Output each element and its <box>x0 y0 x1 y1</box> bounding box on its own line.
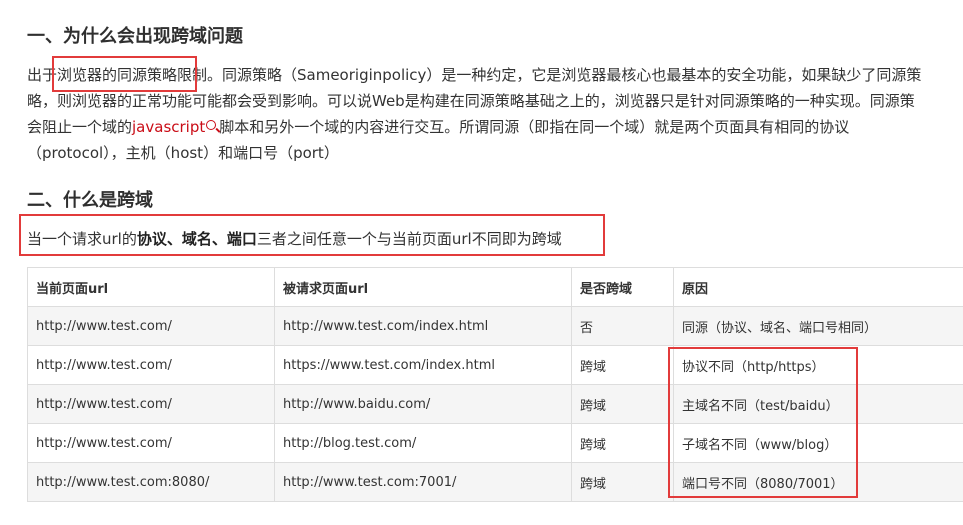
search-icon[interactable] <box>206 120 217 130</box>
table-header-row: 当前页面url 被请求页面url 是否跨域 原因 <box>27 267 963 307</box>
cell-requested-url: http://www.baidu.com/ <box>274 384 572 424</box>
cell-requested-url: http://www.test.com/index.html <box>274 306 572 346</box>
cell-current-url: http://www.test.com/ <box>27 384 275 424</box>
cell-is-cross-origin: 跨域 <box>571 384 674 424</box>
cell-requested-url: http://blog.test.com/ <box>274 423 572 463</box>
cell-reason: 同源（协议、域名、端口号相同） <box>673 306 963 346</box>
table-row: http://www.test.com/ http://www.test.com… <box>27 306 963 346</box>
cell-current-url: http://www.test.com:8080/ <box>27 462 275 502</box>
cell-is-cross-origin: 跨域 <box>571 345 674 385</box>
header-reason: 原因 <box>673 267 963 307</box>
header-requested-url: 被请求页面url <box>274 267 572 307</box>
paragraph-line-4: （protocol），主机（host）和端口号（port） <box>27 144 339 162</box>
header-is-cross-origin: 是否跨域 <box>571 267 674 307</box>
line3-text-post: 脚本和另外一个域的内容进行交互。所谓同源（即指在同一个域）就是两个页面具有相同的… <box>219 118 850 136</box>
section-heading-why-cross-origin: 一、为什么会出现跨域问题 <box>27 26 243 47</box>
highlight-definition <box>19 214 605 256</box>
section-heading-what-is-cross-origin: 二、什么是跨域 <box>27 190 153 211</box>
highlight-same-origin-policy <box>52 56 197 92</box>
line3-text-pre: 会阻止一个域的 <box>27 118 133 136</box>
cell-current-url: http://www.test.com/ <box>27 345 275 385</box>
cell-requested-url: http://www.test.com:7001/ <box>274 462 572 502</box>
highlight-reason-column <box>668 347 858 498</box>
paragraph-line-3: 会阻止一个域的javascript 脚本和另外一个域的内容进行交互。所谓同源（即指… <box>27 114 963 140</box>
cell-current-url: http://www.test.com/ <box>27 423 275 463</box>
cell-is-cross-origin: 跨域 <box>571 423 674 463</box>
cell-is-cross-origin: 否 <box>571 306 674 346</box>
header-current-url: 当前页面url <box>27 267 275 307</box>
cell-current-url: http://www.test.com/ <box>27 306 275 346</box>
javascript-link[interactable]: javascript <box>132 118 205 136</box>
cell-is-cross-origin: 跨域 <box>571 462 674 502</box>
cell-requested-url: https://www.test.com/index.html <box>274 345 572 385</box>
